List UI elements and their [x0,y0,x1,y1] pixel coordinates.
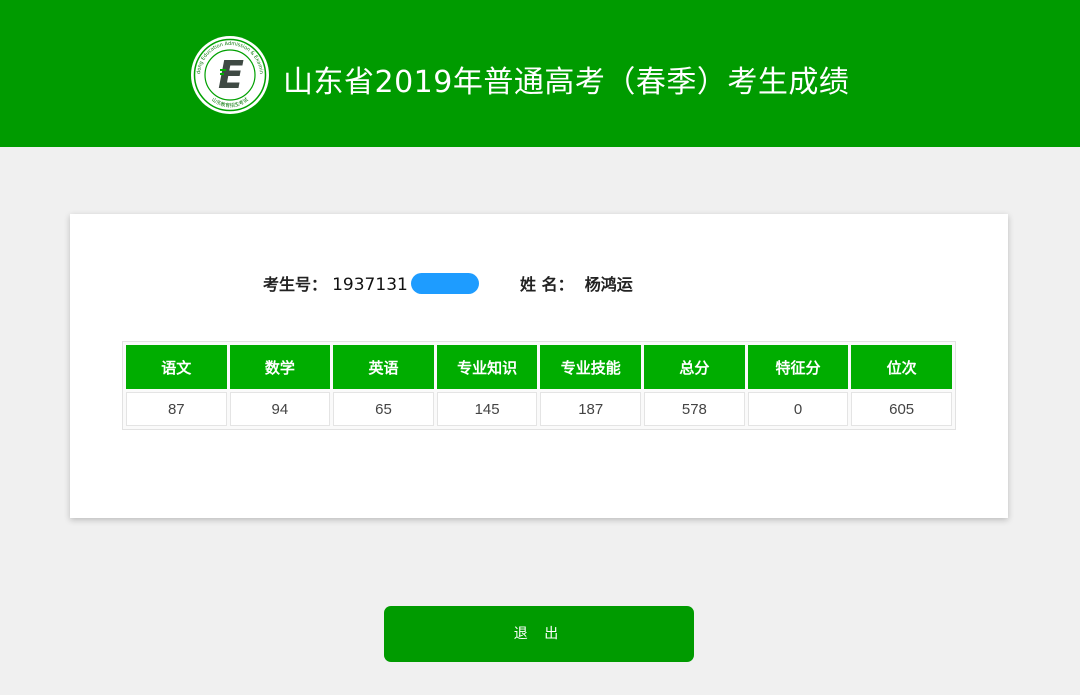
score-rank: 605 [851,392,952,426]
page-title: 山东省2019年普通高考（春季）考生成绩 [283,65,850,100]
score-professional-knowledge: 145 [436,392,538,426]
score-feature: 0 [747,392,849,426]
header-feature-score: 特征分 [747,345,849,389]
score-english: 65 [333,392,434,426]
header-rank: 位次 [851,345,952,389]
score-chinese: 87 [126,392,227,426]
header-professional-knowledge: 专业知识 [436,345,538,389]
student-info-row: 考生号： 1937131 姓 名： 杨鸿运 [263,272,633,298]
student-name-block: 姓 名： 杨鸿运 [520,272,633,298]
score-table-header-row: 语文 数学 英语 专业知识 专业技能 总分 特征分 位次 [126,345,952,389]
header-total-score: 总分 [644,345,745,389]
redaction-mark [410,273,479,294]
score-total: 578 [644,392,745,426]
student-name-label: 姓 名： [520,275,574,294]
score-table-row: 87 94 65 145 187 578 0 605 [126,392,952,426]
exam-number-value: 1937131 [332,275,408,295]
exam-authority-logo-icon: Shandong Education Admission & Examinati… [190,35,269,114]
exit-button[interactable]: 退 出 [384,606,694,662]
header-math: 数学 [229,345,331,389]
score-card: 考生号： 1937131 姓 名： 杨鸿运 语文 数学 英语 专业知识 专业技能… [70,214,1008,518]
exam-number-label: 考生号： [263,275,328,294]
score-math: 94 [229,392,331,426]
score-table: 语文 数学 英语 专业知识 专业技能 总分 特征分 位次 87 94 65 14… [122,341,956,430]
score-professional-skills: 187 [540,392,642,426]
student-name-value: 杨鸿运 [584,275,633,294]
page-header: Shandong Education Admission & Examinati… [0,0,1080,147]
header-professional-skills: 专业技能 [540,345,642,389]
header-chinese: 语文 [126,345,227,389]
header-english: 英语 [333,345,434,389]
